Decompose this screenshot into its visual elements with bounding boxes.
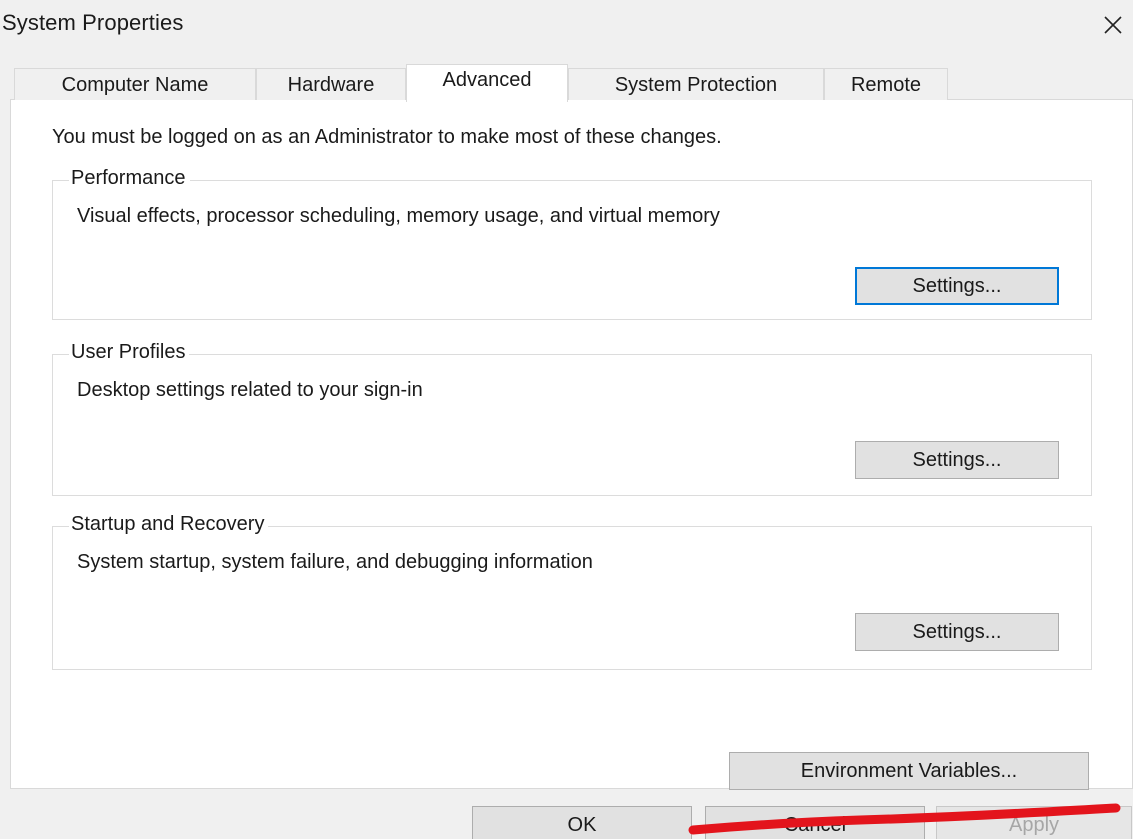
user-profiles-group: User Profiles Desktop settings related t… [52,341,1092,496]
close-button[interactable] [1093,4,1133,44]
user-profiles-settings-button[interactable]: Settings... [855,441,1059,479]
user-profiles-description: Desktop settings related to your sign-in [77,379,423,401]
window-title: System Properties [2,10,184,35]
system-properties-window: System Properties Computer Name Hardware… [0,0,1133,839]
cancel-button[interactable]: Cancel [705,806,925,839]
tab-computer-name[interactable]: Computer Name [14,68,256,100]
tab-advanced[interactable]: Advanced [406,64,568,102]
tab-system-protection[interactable]: System Protection [568,68,824,100]
startup-recovery-label: Startup and Recovery [69,513,269,536]
admin-note: You must be logged on as an Administrato… [52,126,722,148]
environment-variables-button[interactable]: Environment Variables... [729,752,1089,790]
performance-group: Performance Visual effects, processor sc… [52,167,1092,320]
user-profiles-label: User Profiles [69,341,190,364]
apply-button[interactable]: Apply [936,806,1132,839]
close-icon [1104,16,1122,34]
tab-remote[interactable]: Remote [824,68,948,100]
startup-recovery-settings-button[interactable]: Settings... [855,613,1059,651]
ok-button[interactable]: OK [472,806,692,839]
startup-recovery-group: Startup and Recovery System startup, sys… [52,513,1092,670]
tab-strip: Computer Name Hardware Advanced System P… [14,64,954,102]
performance-settings-button[interactable]: Settings... [855,267,1059,305]
startup-recovery-description: System startup, system failure, and debu… [77,551,593,573]
performance-label: Performance [69,167,190,190]
tab-hardware[interactable]: Hardware [256,68,406,100]
performance-description: Visual effects, processor scheduling, me… [77,205,720,227]
